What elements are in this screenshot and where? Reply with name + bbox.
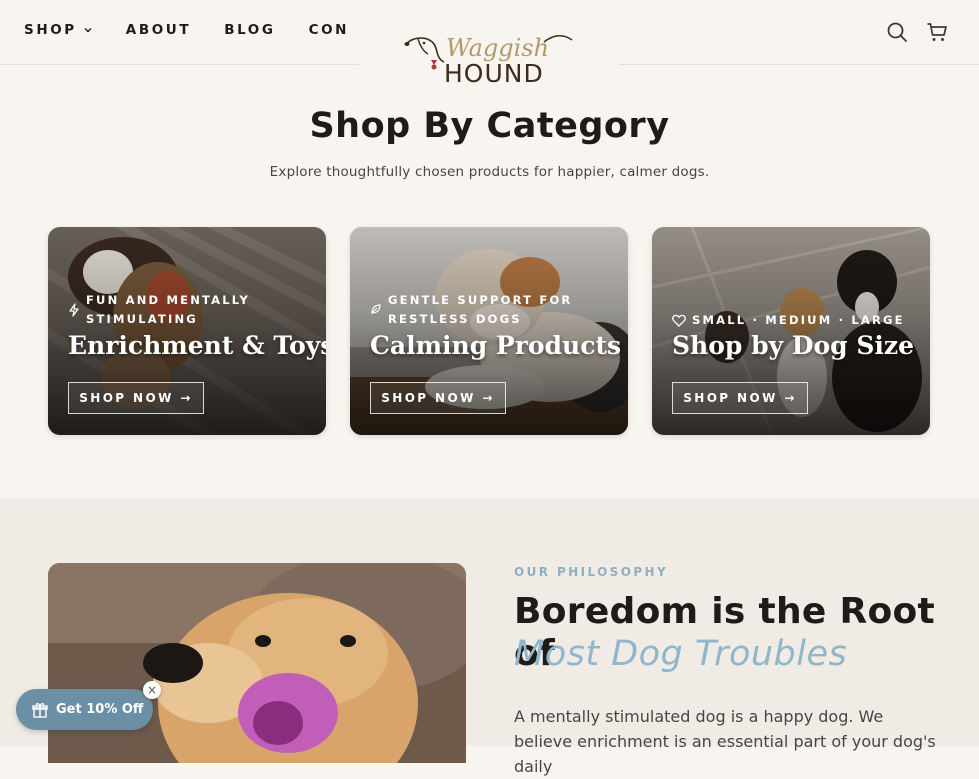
logo[interactable]: Waggish HOUND xyxy=(349,18,629,92)
golden-retriever-image xyxy=(48,563,466,763)
nav-shop[interactable]: SHOP xyxy=(24,22,93,38)
section-title: Shop By Category xyxy=(309,106,670,146)
card-tagline-line1: FUN AND MENTALLY xyxy=(86,293,251,307)
philosophy-eyebrow: OUR PHILOSOPHY xyxy=(514,565,669,579)
category-card-calming[interactable]: GENTLE SUPPORT FOR RESTLESS DOGS Calming … xyxy=(350,227,628,435)
shop-now-button[interactable]: SHOP NOW → xyxy=(672,382,808,414)
logo-hound-text: HOUND xyxy=(444,59,544,88)
card-tagline-line2: STIMULATING xyxy=(86,312,198,326)
philosophy-headline-accent: Most Dog Troubles xyxy=(514,634,848,674)
card-title: Calming Products xyxy=(370,331,622,360)
leaf-icon xyxy=(371,304,381,314)
card-tagline-text: SMALL · MEDIUM · LARGE xyxy=(692,313,905,327)
nav-blog[interactable]: BLOG xyxy=(224,22,275,38)
main-nav: SHOP ABOUT BLOG CONTACT xyxy=(24,22,397,38)
close-icon[interactable]: × xyxy=(143,681,161,699)
cart-icon[interactable] xyxy=(926,21,948,43)
card-tagline-line1: GENTLE SUPPORT FOR xyxy=(388,293,573,307)
dog-logo-icon: Waggish HOUND xyxy=(404,34,573,88)
card-title: Enrichment & Toys xyxy=(68,331,326,360)
nav-shop-label: SHOP xyxy=(24,22,77,38)
discount-button[interactable]: Get 10% Off xyxy=(16,689,153,730)
gift-icon xyxy=(32,702,48,718)
card-title: Shop by Dog Size xyxy=(672,331,914,360)
card-tagline: SMALL · MEDIUM · LARGE xyxy=(672,311,905,330)
heart-icon xyxy=(672,314,686,327)
section-subtitle: Explore thoughtfully chosen products for… xyxy=(269,164,710,180)
category-card-dog-size[interactable]: SMALL · MEDIUM · LARGE Shop by Dog Size … xyxy=(652,227,930,435)
nav-about[interactable]: ABOUT xyxy=(126,22,191,38)
svg-text:Waggish: Waggish xyxy=(446,34,549,62)
discount-label: Get 10% Off xyxy=(56,702,144,717)
philosophy-body: A mentally stimulated dog is a happy dog… xyxy=(514,707,936,776)
shop-now-button[interactable]: SHOP NOW → xyxy=(68,382,204,414)
lightning-icon xyxy=(69,303,79,317)
card-tagline: FUN AND MENTALLY STIMULATING xyxy=(68,291,250,329)
category-card-enrichment[interactable]: FUN AND MENTALLY STIMULATING Enrichment &… xyxy=(48,227,326,435)
search-icon[interactable] xyxy=(886,21,908,43)
card-tagline-line2: RESTLESS DOGS xyxy=(388,312,522,326)
shop-now-button[interactable]: SHOP NOW → xyxy=(370,382,506,414)
card-tagline: GENTLE SUPPORT FOR RESTLESS DOGS xyxy=(370,291,572,329)
chevron-down-icon xyxy=(84,28,92,33)
